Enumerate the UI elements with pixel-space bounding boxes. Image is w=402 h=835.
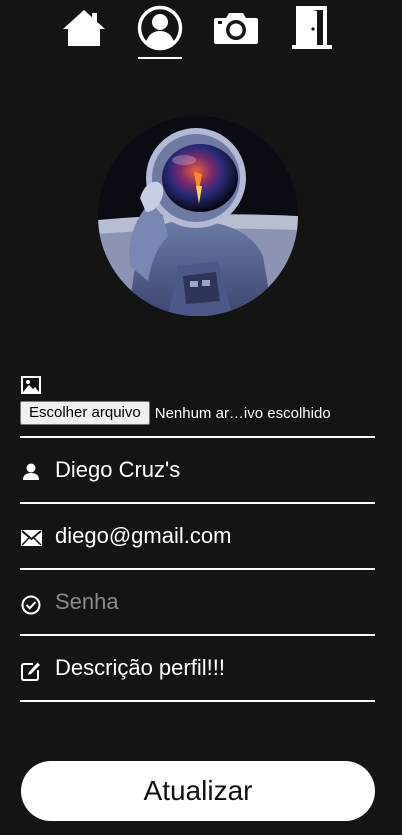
- door-exit-icon: [292, 6, 332, 49]
- file-input[interactable]: Escolher arquivo Nenhum ar…ivo escolhido: [20, 401, 331, 425]
- password-input[interactable]: [55, 584, 365, 620]
- image-icon: [21, 376, 41, 394]
- nav-home[interactable]: [62, 4, 106, 52]
- email-field: [20, 504, 375, 570]
- active-tab-indicator: [138, 57, 182, 59]
- email-input[interactable]: [55, 518, 365, 554]
- password-field: [20, 570, 375, 636]
- astronaut-avatar: [98, 116, 298, 316]
- mail-icon: [21, 530, 42, 546]
- file-status-text: Nenhum ar…ivo escolhido: [154, 404, 331, 422]
- update-button[interactable]: Atualizar: [21, 761, 375, 821]
- name-field: [20, 438, 375, 504]
- nav-logout[interactable]: [292, 4, 332, 52]
- user-circle-icon: [137, 5, 183, 51]
- top-nav: [0, 0, 402, 62]
- name-input[interactable]: [55, 452, 365, 488]
- description-field: [20, 636, 375, 702]
- user-icon: [23, 463, 39, 480]
- home-icon: [63, 10, 105, 46]
- edit-icon: [21, 662, 40, 681]
- nav-profile[interactable]: [137, 4, 183, 52]
- nav-camera[interactable]: [213, 4, 259, 52]
- camera-icon: [214, 13, 258, 44]
- avatar-upload-field: Escolher arquivo Nenhum ar…ivo escolhido: [20, 372, 375, 438]
- check-circle-icon: [21, 595, 41, 615]
- profile-avatar: [98, 116, 298, 316]
- choose-file-button[interactable]: Escolher arquivo: [20, 401, 150, 425]
- description-input[interactable]: [55, 650, 365, 686]
